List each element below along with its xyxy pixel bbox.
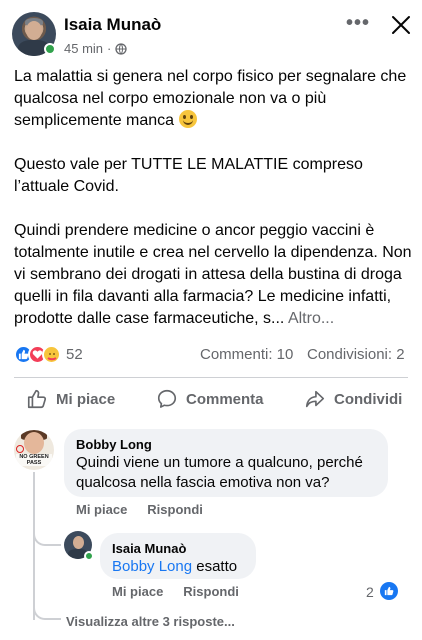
more-options-icon[interactable]: ••• bbox=[346, 13, 370, 38]
author-name[interactable]: Isaia Munaò bbox=[64, 15, 161, 35]
shares-count[interactable]: Condivisioni: 2 bbox=[307, 346, 405, 363]
care-reaction-icon bbox=[42, 345, 61, 364]
globe-icon bbox=[115, 42, 128, 55]
post-stats: 52 Commenti: 10 Condivisioni: 2 bbox=[0, 342, 422, 368]
post-paragraph: La malattia si genera nel corpo fisico p… bbox=[14, 68, 407, 129]
reply-actions: Mi piace Rispondi bbox=[112, 584, 239, 599]
reply-bubble[interactable]: Isaia Munaò Bobby Long esatto bbox=[100, 533, 256, 579]
smiley-emoji-icon bbox=[178, 110, 197, 128]
author-avatar[interactable] bbox=[12, 12, 56, 56]
post-time[interactable]: 45 min bbox=[64, 41, 103, 56]
comment-actions: Mi piace Rispondi bbox=[76, 502, 203, 517]
reply-text: Bobby Long esatto bbox=[112, 558, 238, 575]
share-icon bbox=[305, 390, 325, 408]
post-body: La malattia si genera nel corpo fisico p… bbox=[14, 66, 414, 330]
reply-author-name[interactable]: Isaia Munaò bbox=[112, 541, 244, 557]
post-paragraph: Questo vale per TUTTE LE MALATTIE compre… bbox=[14, 156, 363, 195]
comment-like-button[interactable]: Mi piace bbox=[76, 502, 127, 517]
post-paragraph: Quindi prendere medicine o ancor peggio … bbox=[14, 222, 412, 327]
see-more-link[interactable]: Altro... bbox=[288, 310, 334, 327]
share-button-label: Condividi bbox=[334, 390, 403, 408]
post-meta: 45 min · bbox=[64, 41, 128, 56]
comment-reply-button[interactable]: Rispondi bbox=[147, 502, 203, 517]
mention-link[interactable]: Bobby Long bbox=[112, 558, 192, 575]
reaction-count: 52 bbox=[66, 346, 83, 363]
comment-button-label: Commenta bbox=[186, 390, 264, 408]
comment-button[interactable]: Commenta bbox=[156, 380, 264, 418]
comment-text: Quindi viene un tumore a qualcuno, perch… bbox=[76, 454, 363, 491]
like-reaction-icon[interactable] bbox=[380, 582, 398, 600]
comments-count[interactable]: Commenti: 10 bbox=[200, 346, 293, 363]
share-button[interactable]: Condividi bbox=[304, 380, 402, 418]
thumbs-up-icon bbox=[27, 389, 47, 409]
reply-like-count: 2 bbox=[366, 584, 374, 600]
thread-line bbox=[33, 606, 61, 620]
reactions-summary[interactable]: 52 bbox=[14, 345, 83, 364]
avatar-frame-text: NO GREEN PASS bbox=[16, 454, 52, 466]
close-icon[interactable] bbox=[388, 12, 414, 38]
comment-icon bbox=[157, 389, 177, 408]
reply-like-button[interactable]: Mi piace bbox=[112, 584, 163, 599]
like-button[interactable]: Mi piace bbox=[26, 380, 115, 418]
commenter-name[interactable]: Bobby Long bbox=[76, 437, 376, 453]
thread-line bbox=[33, 472, 35, 620]
comment-bubble[interactable]: Bobby Long Quindi viene un tumore a qual… bbox=[64, 429, 388, 497]
like-button-label: Mi piace bbox=[56, 390, 116, 408]
reply-reply-button[interactable]: Rispondi bbox=[183, 584, 239, 599]
online-status-dot bbox=[84, 551, 94, 561]
post-header: Isaia Munaò 45 min · ••• bbox=[0, 0, 422, 62]
thread-line bbox=[33, 532, 61, 546]
view-more-replies-link[interactable]: Visualizza altre 3 risposte... bbox=[66, 614, 235, 629]
commenter-avatar[interactable]: NO GREEN PASS bbox=[14, 430, 54, 470]
meta-separator: · bbox=[107, 41, 112, 56]
divider bbox=[14, 377, 408, 378]
post-actions: Mi piace Commenta Condividi bbox=[0, 380, 422, 420]
online-status-dot bbox=[44, 43, 56, 55]
